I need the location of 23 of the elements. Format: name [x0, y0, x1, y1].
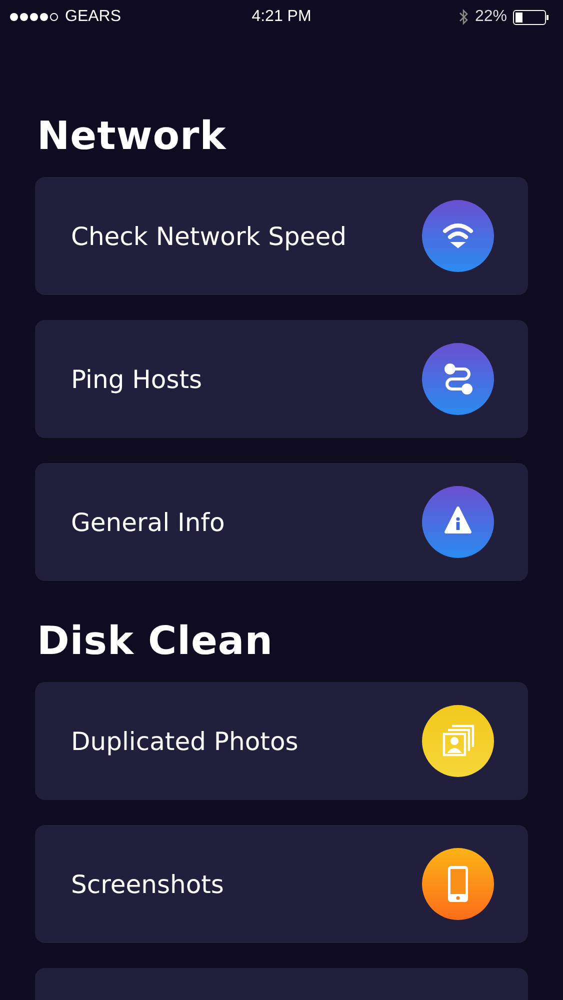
section-heading: Disk Clean [37, 618, 274, 666]
photos-icon [422, 705, 494, 777]
menu-label: Ping Hosts [71, 364, 202, 394]
battery-icon [513, 10, 549, 24]
menu-card[interactable]: Check Network Speed [35, 177, 528, 295]
carrier-name: GEARS [65, 8, 122, 26]
bluetooth-icon [458, 9, 469, 25]
section-heading: Network [37, 113, 228, 161]
wifi-icon [422, 200, 494, 272]
warning-icon [422, 486, 494, 558]
menu-label: Check Network Speed [71, 222, 347, 250]
menu-label: Screenshots [71, 870, 224, 898]
status-time: 4:21 PM [252, 8, 312, 26]
menu-label: Duplicated Photos [71, 726, 298, 756]
route-icon [422, 343, 494, 415]
menu-card[interactable]: Screenshots [35, 825, 528, 943]
phone-icon [422, 848, 494, 920]
menu-card[interactable]: Ping Hosts [35, 320, 528, 438]
menu-label: General Info [71, 508, 225, 536]
signal-icon [9, 12, 59, 22]
menu-card[interactable]: Duplicated Photos [35, 682, 528, 800]
menu-card[interactable]: General Info [35, 463, 528, 581]
battery-percent: 22% [474, 8, 507, 26]
